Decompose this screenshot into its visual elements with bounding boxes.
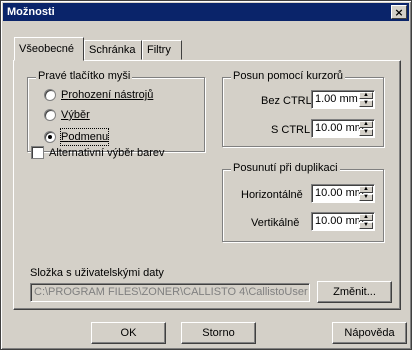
radio-swap-tools[interactable]: Prohození nástrojů	[44, 87, 194, 103]
cursor-move-group: Posun pomocí kurzorů Bez CTRL 1.00 mm ▲ …	[222, 70, 384, 147]
tab-filters[interactable]: Filtry	[142, 40, 182, 60]
close-button[interactable]: ×	[391, 5, 407, 19]
tab-general[interactable]: Všeobecné	[14, 37, 84, 61]
user-folder-label: Složka s uživatelskými daty	[30, 267, 164, 279]
alt-color-checkbox[interactable]	[31, 146, 44, 159]
ctrl-spinner[interactable]: 10.00 mm ▲ ▼	[311, 119, 375, 138]
cancel-button[interactable]: Storno	[181, 322, 256, 344]
radio-selection[interactable]: Výběr	[44, 107, 194, 123]
right-click-group-title: Pravé tlačítko myši	[36, 70, 133, 82]
vertical-value[interactable]: 10.00 mm	[315, 215, 364, 227]
spin-up-icon[interactable]: ▲	[359, 121, 373, 128]
spin-up-icon[interactable]: ▲	[359, 92, 373, 99]
spin-down-icon[interactable]: ▼	[359, 222, 373, 229]
spin-down-icon[interactable]: ▼	[359, 100, 373, 107]
horizontal-label: Horizontálně	[241, 189, 303, 201]
ctrl-value[interactable]: 10.00 mm	[315, 122, 364, 134]
tab-clipboard[interactable]: Schránka	[84, 40, 142, 60]
right-click-group: Pravé tlačítko myši Prohození nástrojů V…	[27, 70, 205, 152]
change-folder-button[interactable]: Změnit...	[317, 281, 392, 303]
spin-down-icon[interactable]: ▼	[359, 194, 373, 201]
radio-submenu-indicator[interactable]	[44, 131, 56, 143]
vertical-spinner[interactable]: 10.00 mm ▲ ▼	[311, 212, 375, 231]
options-dialog: Možnosti × Všeobecné Schránka Filtry Pra…	[0, 0, 412, 350]
radio-selection-indicator[interactable]	[44, 109, 56, 121]
radio-swap-tools-indicator[interactable]	[44, 89, 56, 101]
radio-submenu-label: odmenu	[68, 131, 109, 143]
ok-button[interactable]: OK	[91, 322, 166, 344]
tab-filters-label: Filtry	[147, 44, 171, 56]
no-ctrl-spinner[interactable]: 1.00 mm ▲ ▼	[311, 90, 375, 109]
alt-color-label[interactable]: Alternativní výběr barev	[49, 146, 165, 160]
spin-down-icon[interactable]: ▼	[359, 129, 373, 136]
user-folder-path[interactable]: C:\PROGRAM FILES\ZONER\CALLISTO 4\Callis…	[30, 283, 310, 302]
help-button[interactable]: Nápověda	[332, 322, 407, 344]
duplicate-group-title: Posunutí při duplikaci	[231, 162, 340, 174]
tab-general-label: Všeobecné	[19, 43, 75, 55]
no-ctrl-value[interactable]: 1.00 mm	[315, 93, 358, 105]
horizontal-value[interactable]: 10.00 mm	[315, 187, 364, 199]
no-ctrl-label: Bez CTRL	[261, 95, 312, 107]
tab-panel: Pravé tlačítko myši Prohození nástrojů V…	[13, 60, 401, 310]
radio-submenu[interactable]: Podmenu	[44, 128, 194, 146]
duplicate-group: Posunutí při duplikaci Horizontálně 10.0…	[222, 162, 384, 242]
close-icon: ×	[394, 6, 404, 19]
vertical-label: Vertikálně	[251, 217, 300, 229]
radio-swap-tools-label: rohození nástrojů	[68, 89, 154, 101]
dialog-title: Možnosti	[7, 6, 55, 18]
title-bar[interactable]: Možnosti ×	[3, 3, 409, 21]
spin-up-icon[interactable]: ▲	[359, 186, 373, 193]
radio-selection-label: ýběr	[68, 109, 90, 121]
tab-clipboard-label: Schránka	[89, 44, 136, 56]
horizontal-spinner[interactable]: 10.00 mm ▲ ▼	[311, 184, 375, 203]
spin-up-icon[interactable]: ▲	[359, 214, 373, 221]
cursor-move-group-title: Posun pomocí kurzorů	[231, 70, 346, 82]
ctrl-label: S CTRL	[271, 124, 311, 136]
